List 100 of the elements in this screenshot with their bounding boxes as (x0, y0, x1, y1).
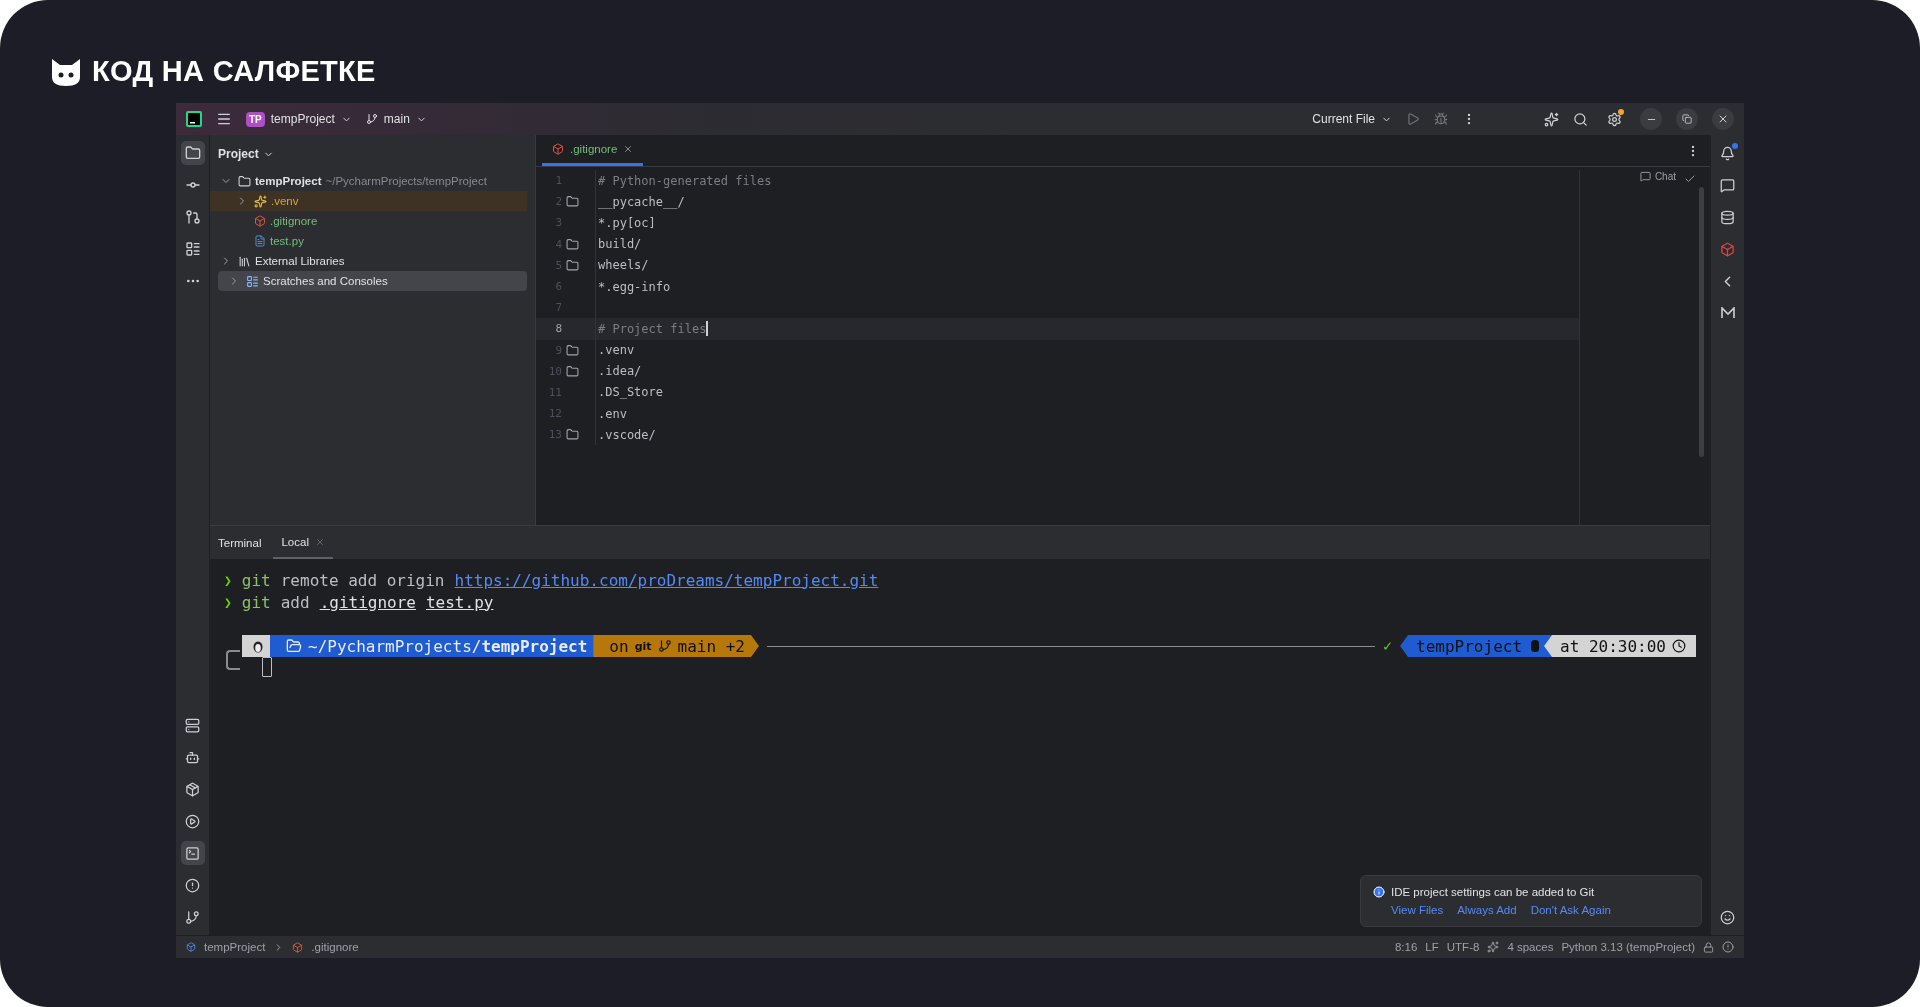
run-icon[interactable] (1406, 112, 1420, 126)
code-text: *.egg-info (597, 279, 671, 294)
clock-icon (1672, 639, 1686, 653)
prompt-symbol: ❯ (224, 572, 232, 588)
panel-title[interactable]: Project (210, 143, 535, 171)
branch-selector[interactable]: main (365, 112, 427, 126)
command-text: remote add origin (280, 570, 445, 590)
close-icon[interactable] (623, 144, 634, 154)
robot-icon (185, 749, 200, 765)
interpreter[interactable]: Python 3.13 (tempProject) (1561, 941, 1695, 953)
prompt-symbol: ❯ (224, 594, 232, 610)
notification-link[interactable]: Don't Ask Again (1530, 904, 1611, 916)
url-link[interactable]: https://github.com/proDreams/tempProject.git (454, 570, 879, 590)
terminal-icon (185, 845, 200, 861)
project-name: tempProject (270, 112, 335, 126)
m-letter-icon (1720, 307, 1735, 319)
notification-link[interactable]: Always Add (1457, 904, 1517, 916)
pull-request-icon (184, 209, 201, 225)
command-text: git (241, 570, 271, 590)
tree-item[interactable]: .venv (210, 191, 527, 211)
code-text: wheels/ (597, 258, 649, 273)
bell-icon (1720, 145, 1735, 161)
line-number: 8 (554, 322, 562, 336)
code-text: *.py[oc] (597, 215, 656, 230)
file-name: test.py (270, 235, 304, 247)
search-icon[interactable] (1573, 111, 1588, 127)
server-icon (185, 717, 200, 733)
tree-item[interactable]: tempProject ~/PycharmProjects/tempProject (210, 171, 527, 191)
file-name: tempProject (255, 175, 322, 187)
bracket-line (226, 650, 240, 670)
panel-title: Terminal (218, 535, 262, 551)
folder-icon (238, 174, 251, 188)
alert-icon (185, 877, 200, 893)
file-name: .venv (271, 195, 299, 207)
branch-icon (365, 113, 378, 125)
code-text: .venv (597, 343, 635, 358)
status-check: ✓ (1383, 637, 1393, 655)
chat-icon (1639, 171, 1651, 182)
package-icon (185, 781, 200, 797)
file-name: External Libraries (255, 255, 345, 267)
encoding[interactable]: UTF-8 (1446, 941, 1480, 953)
lock-icon[interactable] (1703, 941, 1714, 953)
prompt-path: ~/PycharmProjects/tempProject (308, 636, 588, 656)
folder-icon (286, 638, 302, 654)
command-text: test.py (425, 592, 494, 612)
brand-name: КОД НА САЛФЕТКЕ (92, 55, 376, 88)
code-text: .vscode/ (597, 427, 656, 442)
app-logo-icon[interactable] (186, 111, 202, 127)
tree-item[interactable]: External Libraries (210, 251, 527, 271)
indent-setting[interactable]: 4 spaces (1507, 941, 1554, 953)
restore-icon (1682, 114, 1692, 124)
branch-icon (657, 639, 672, 653)
scrollbar-thumb[interactable] (1699, 187, 1704, 457)
ai-icon[interactable] (1544, 111, 1559, 127)
project-tool-button[interactable] (180, 141, 205, 165)
debug-icon[interactable] (1434, 112, 1448, 126)
breadcrumb[interactable]: tempProject (204, 941, 266, 953)
command-text: add (280, 592, 310, 612)
file-name: .gitignore (270, 215, 318, 227)
close-icon[interactable] (314, 536, 325, 547)
editor-tab[interactable]: .gitignore (542, 135, 644, 166)
problems-icon[interactable] (1722, 941, 1734, 953)
structure-icon (184, 241, 201, 257)
chat-button[interactable]: Chat (1639, 171, 1676, 182)
run-config-selector[interactable]: Current File (1312, 112, 1392, 126)
terminal-tab[interactable]: Local (273, 526, 333, 559)
cat-logo-icon (50, 56, 82, 87)
code-text: # Python-generated files (597, 173, 772, 188)
restore-button[interactable] (1676, 108, 1698, 130)
file-name: Scratches and Consoles (263, 275, 388, 287)
notification-link[interactable]: View Files (1391, 904, 1444, 916)
command-text: .gitignore (319, 592, 416, 612)
branch-name: main (383, 112, 410, 126)
code-text: .env (597, 406, 627, 421)
branch-text: main +2 (677, 636, 745, 656)
tree-item[interactable]: Scratches and Consoles (218, 271, 527, 291)
prompt-time: at 20:30:00 (1560, 636, 1666, 656)
run-config-name: Current File (1312, 112, 1375, 126)
ai-status-icon[interactable] (1487, 941, 1500, 953)
notification-message: IDE project settings can be added to Git (1391, 886, 1595, 898)
menu-icon[interactable] (216, 111, 232, 127)
code-text: __pycache__/ (597, 194, 685, 209)
update-dot (1618, 109, 1624, 115)
line-ending[interactable]: LF (1425, 941, 1439, 953)
caret-position[interactable]: 8:16 (1394, 941, 1418, 953)
git-on-text: on (609, 636, 629, 656)
database-icon (1720, 209, 1735, 225)
breadcrumb[interactable]: .gitignore (311, 941, 359, 953)
code-text: .DS_Store (597, 385, 664, 400)
text-cursor (706, 321, 709, 337)
git-label: git (634, 639, 652, 653)
info-icon (1373, 886, 1385, 898)
terminal-cursor (262, 657, 272, 677)
project-badge: TP (246, 111, 265, 127)
close-button[interactable] (1712, 108, 1734, 130)
tree-item[interactable]: .gitignore (210, 211, 527, 231)
code-text: # Project files (597, 321, 707, 336)
terminal-tool-button[interactable] (180, 841, 205, 865)
project-selector[interactable]: TP tempProject (246, 111, 352, 127)
tree-item[interactable]: test.py (210, 231, 527, 251)
